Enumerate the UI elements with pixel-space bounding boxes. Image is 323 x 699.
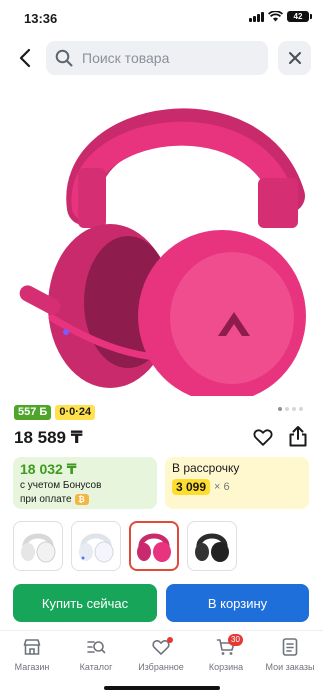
variant-white[interactable] [13,521,63,571]
headphones-pink-thumbnail [137,533,171,562]
tab-orders[interactable]: Мои заказы [258,637,322,672]
search-icon [55,49,73,67]
tab-store[interactable]: Магазин [0,637,64,672]
bonus-coin-icon: ₿ [74,493,89,505]
buy-now-button[interactable]: Купить сейчас [13,584,157,622]
bonus-note-line2: при оплате ₿ [20,493,150,506]
tab-cart[interactable]: 30 Корзина [194,634,258,672]
search-box[interactable] [46,41,268,75]
search-header [0,38,323,78]
bonus-price: 18 032 ₸ [20,461,77,477]
installment-badge: 0·0·24 [55,405,96,420]
bonus-badge: 557 Б [14,405,52,420]
favorites-dot [167,637,173,643]
status-time: 13:36 [24,11,58,26]
tab-cart-label: Корзина [208,662,244,672]
installment-multiplier: × 6 [214,481,230,493]
close-icon [288,52,301,64]
tab-catalog-label: Каталог [79,662,113,672]
installment-title: В рассрочку [172,461,240,475]
tab-catalog[interactable]: Каталог [64,637,128,672]
product-image[interactable] [0,96,323,396]
status-icons: 42 [249,11,312,22]
tab-favorites[interactable]: Избранное [129,637,193,672]
variant-white-blue[interactable] [71,521,121,571]
close-button[interactable] [278,41,311,75]
share-button[interactable] [287,424,311,448]
headphones-white-blue-thumbnail [79,533,114,563]
heart-icon [253,429,273,446]
image-pagination[interactable] [278,407,303,411]
installment-card[interactable]: В рассрочку 3 099 × 6 [165,457,309,509]
store-icon [23,639,41,655]
add-to-cart-button[interactable]: В корзину [166,584,309,622]
installment-amount: 3 099 [172,479,211,495]
headphones-black-thumbnail [195,533,229,562]
cart-count-badge: 30 [228,634,243,646]
battery-icon: 42 [287,11,312,22]
variant-black[interactable] [187,521,237,571]
share-icon [289,426,307,447]
tab-orders-label: Мои заказы [265,662,315,672]
catalog-search-icon [87,641,106,654]
bonus-price-card[interactable]: 18 032 ₸ с учетом Бонусов при оплате ₿ [13,457,157,509]
wifi-icon [268,11,283,22]
search-input[interactable] [82,41,262,75]
bonus-note-line1: с учетом Бонусов [20,480,102,491]
status-bar: 13:36 42 [0,0,323,36]
variant-pink[interactable] [129,521,179,571]
back-button[interactable] [12,44,38,72]
badges: 557 Б 0·0·24 [14,405,96,420]
orders-icon [282,638,298,656]
signal-icon [249,11,264,22]
tab-favorites-label: Избранное [138,662,184,672]
chevron-left-icon [19,48,31,68]
favorite-button[interactable] [252,426,276,450]
color-variants [13,521,237,571]
headphones-white-thumbnail [21,533,56,563]
home-indicator [104,686,220,690]
tab-store-label: Магазин [14,662,50,672]
product-price: 18 589 ₸ [14,428,83,447]
